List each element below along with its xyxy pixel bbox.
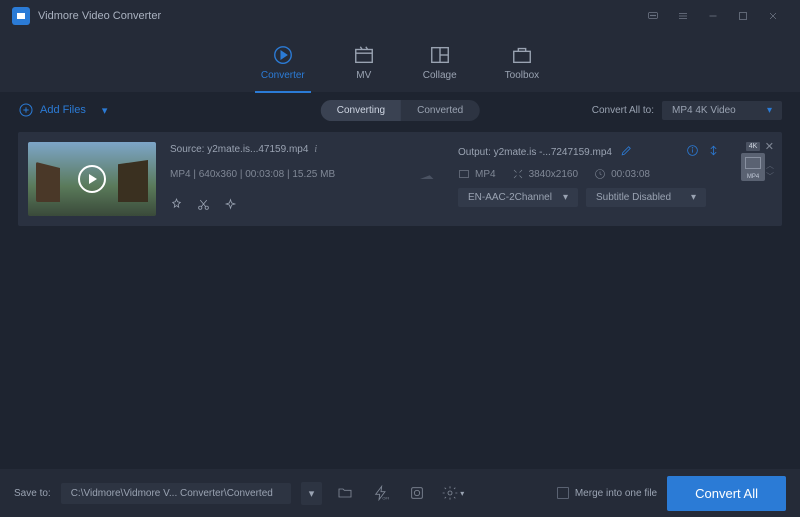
open-folder-icon[interactable] (332, 481, 358, 505)
output-format: MP4 (475, 169, 496, 180)
tab-toolbox[interactable]: Toolbox (505, 38, 539, 87)
move-down-button[interactable]: ﹀ (766, 171, 774, 182)
arrow-icon (414, 142, 444, 216)
enhance-icon[interactable] (224, 198, 237, 214)
info-output-icon[interactable] (686, 144, 699, 160)
settings-icon[interactable]: ▾ (440, 481, 466, 505)
output-format-dropdown[interactable]: MP4 4K Video ▾ (662, 101, 782, 120)
tab-mv[interactable]: MV (353, 38, 375, 87)
tab-collage[interactable]: Collage (423, 38, 457, 87)
output-filename: Output: y2mate.is -...7247159.mp4 (458, 147, 612, 158)
close-button[interactable] (758, 4, 788, 28)
edit-icon[interactable] (620, 144, 633, 160)
format-icon: MP4 (741, 153, 765, 181)
output-path-field[interactable]: C:\Vidmore\Vidmore V... Converter\Conver… (61, 483, 291, 504)
compress-icon[interactable] (707, 144, 720, 160)
svg-text:OFF: OFF (383, 496, 390, 501)
dropdown-value: MP4 4K Video (672, 105, 736, 116)
effects-icon[interactable] (170, 198, 183, 214)
subtitle-select[interactable]: Subtitle Disabled▾ (586, 188, 706, 207)
chevron-down-icon: ▾ (563, 192, 568, 203)
app-logo (12, 7, 30, 25)
video-thumbnail[interactable] (28, 142, 156, 216)
merge-label: Merge into one file (575, 488, 657, 499)
app-title: Vidmore Video Converter (38, 10, 161, 22)
add-files-label: Add Files (40, 104, 86, 116)
hardware-accel-icon[interactable]: OFF (368, 481, 394, 505)
chevron-down-icon: ▾ (691, 192, 696, 203)
remove-item-button[interactable]: ✕ (765, 140, 774, 153)
info-icon[interactable]: i (314, 144, 317, 155)
tab-label: Toolbox (505, 70, 539, 81)
menu-icon[interactable] (668, 4, 698, 28)
checkbox-icon (557, 487, 569, 499)
tab-converter[interactable]: Converter (261, 38, 305, 87)
subtab-converting[interactable]: Converting (321, 100, 401, 121)
convert-all-button[interactable]: Convert All (667, 476, 786, 511)
convert-all-to-label: Convert All to: (592, 105, 654, 116)
output-resolution: 3840x2160 (529, 169, 579, 180)
format-badge: 4K (746, 142, 761, 151)
feedback-icon[interactable] (638, 4, 668, 28)
subtab-converted[interactable]: Converted (401, 100, 479, 121)
chevron-down-icon: ▾ (767, 105, 772, 116)
source-meta: MP4 | 640x360 | 00:03:08 | 15.25 MB (170, 169, 400, 180)
chevron-down-icon: ▾ (102, 104, 108, 117)
play-icon (78, 165, 106, 193)
path-dropdown-button[interactable]: ▾ (301, 482, 323, 505)
trim-icon[interactable] (197, 198, 210, 214)
file-item: Source: y2mate.is...47159.mp4 i MP4 | 64… (18, 132, 782, 226)
merge-checkbox[interactable]: Merge into one file (557, 487, 657, 499)
save-to-label: Save to: (14, 488, 51, 499)
tab-label: Converter (261, 70, 305, 81)
move-up-button[interactable]: ︿ (766, 160, 774, 171)
output-duration: 00:03:08 (611, 169, 650, 180)
source-filename: Source: y2mate.is...47159.mp4 (170, 144, 308, 155)
tab-label: MV (356, 70, 371, 81)
maximize-button[interactable] (728, 4, 758, 28)
minimize-button[interactable] (698, 4, 728, 28)
audio-track-select[interactable]: EN-AAC-2Channel▾ (458, 188, 578, 207)
task-schedule-icon[interactable] (404, 481, 430, 505)
add-files-button[interactable]: Add Files ▾ (18, 102, 107, 118)
tab-label: Collage (423, 70, 457, 81)
